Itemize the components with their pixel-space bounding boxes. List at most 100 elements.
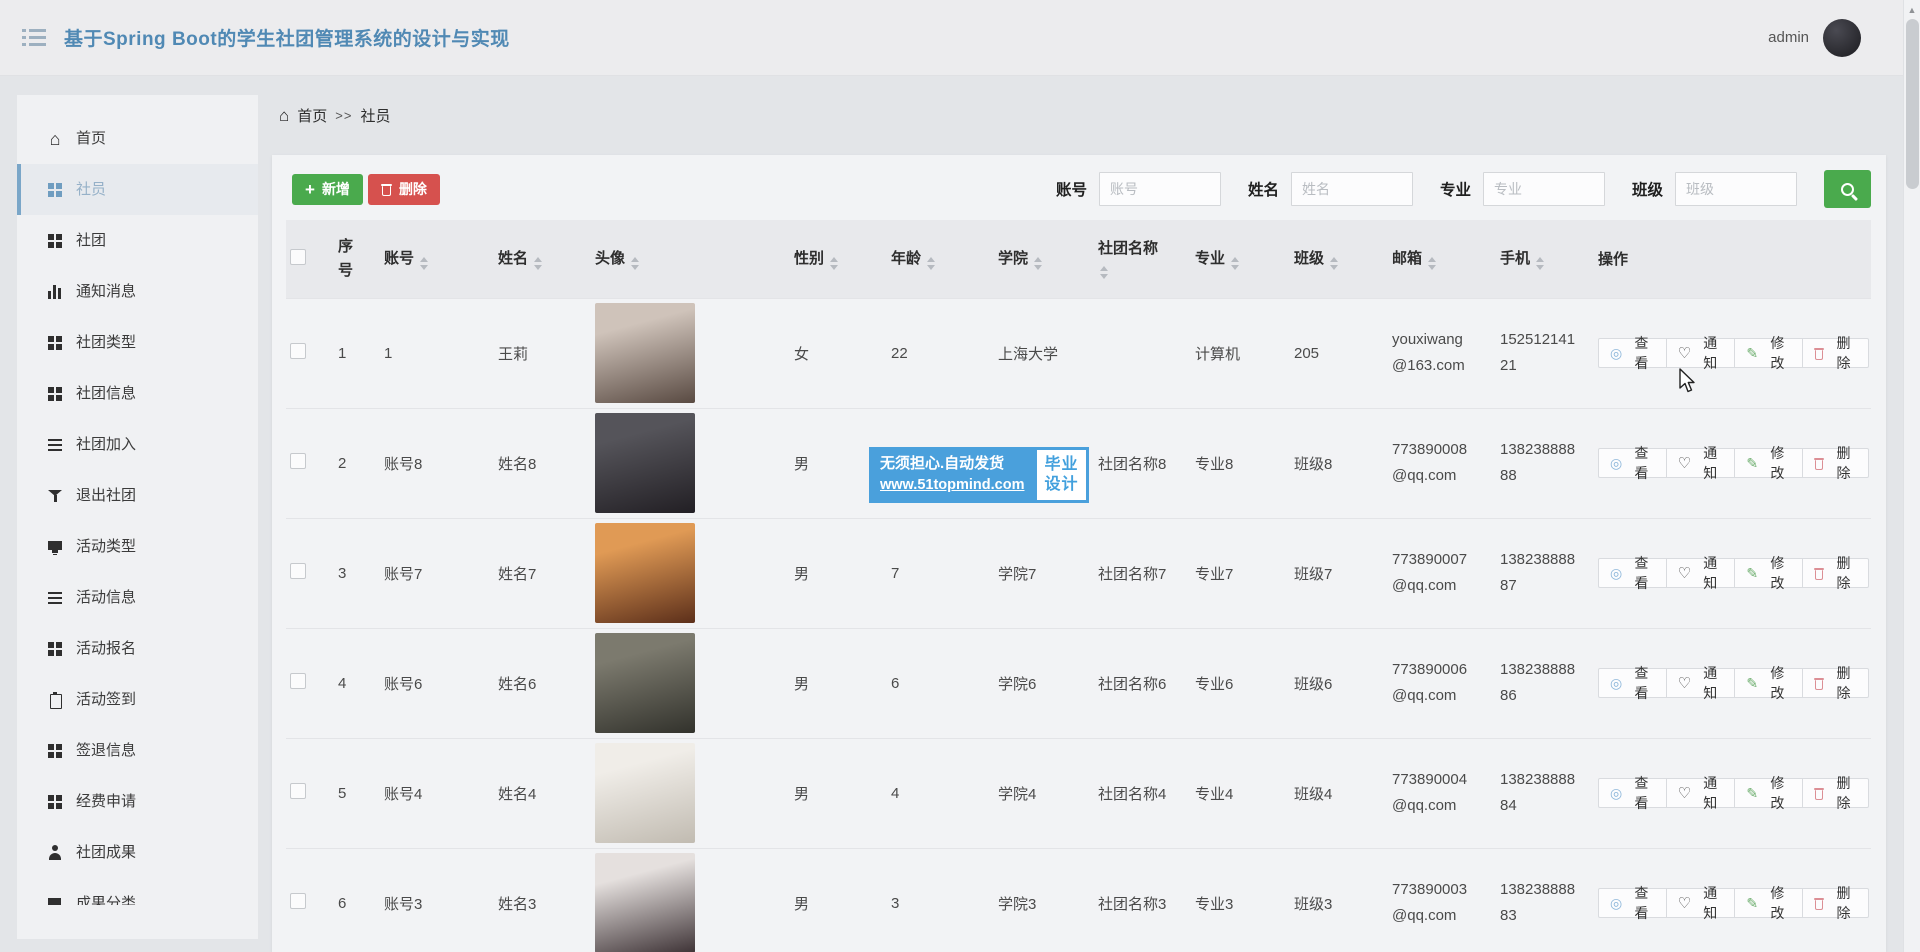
sidebar-item-club-join[interactable]: 社团加入 (17, 419, 258, 470)
edit-button[interactable]: ✎修改 (1734, 448, 1802, 478)
sidebar-item-label: 通知消息 (76, 284, 136, 299)
heart-button[interactable]: ♡通知 (1666, 448, 1736, 478)
sidebar-item-members[interactable]: 社员 (17, 164, 258, 215)
view-button[interactable]: ◎查看 (1598, 338, 1667, 368)
edit-button[interactable]: ✎修改 (1734, 778, 1802, 808)
search-input-name[interactable] (1291, 172, 1413, 206)
heart-button[interactable]: ♡通知 (1666, 338, 1736, 368)
sidebar-item-club-info[interactable]: 社团信息 (17, 368, 258, 419)
sidebar-item-notices[interactable]: 通知消息 (17, 266, 258, 317)
cell-phone: 13823888887 (1498, 518, 1596, 628)
action-label: 删除 (1830, 553, 1857, 593)
sort-icon[interactable] (1536, 257, 1544, 270)
search-button[interactable] (1824, 170, 1871, 208)
add-button-label: 新增 (322, 179, 350, 199)
column-label: 姓名 (498, 250, 528, 267)
edit-button[interactable]: ✎修改 (1734, 558, 1802, 588)
action-label: 删除 (1830, 663, 1857, 703)
sort-icon[interactable] (1330, 257, 1338, 270)
action-label: 查看 (1628, 663, 1654, 703)
search-input-major[interactable] (1483, 172, 1605, 206)
watermark-url: www.51topmind.com (880, 475, 1024, 496)
trash-button[interactable]: 删除 (1802, 338, 1869, 368)
watermark-badge: 毕业 设计 (1037, 450, 1085, 500)
column-label: 手机 (1500, 250, 1530, 267)
cell-class: 班级3 (1292, 848, 1390, 952)
search-label-major: 专业 (1440, 178, 1471, 200)
column-header-age: 年龄 (889, 220, 996, 298)
trash-button[interactable]: 删除 (1802, 558, 1869, 588)
trash-button[interactable]: 删除 (1802, 888, 1869, 918)
table-body: 11王莉女22上海大学计算机205youxiwang@163.com152512… (286, 298, 1871, 952)
cell-major: 专业8 (1193, 408, 1292, 518)
search-label-account: 账号 (1056, 178, 1087, 200)
cell-account: 账号7 (382, 518, 496, 628)
sidebar-item-home[interactable]: 首页 (17, 113, 258, 164)
user-avatar[interactable] (1823, 19, 1861, 57)
scrollbar-thumb[interactable] (1906, 19, 1919, 189)
view-button[interactable]: ◎查看 (1598, 888, 1667, 918)
row-checkbox[interactable] (290, 343, 306, 359)
sidebar-item-club-quit[interactable]: 退出社团 (17, 470, 258, 521)
heart-button[interactable]: ♡通知 (1666, 558, 1736, 588)
heart-button[interactable]: ♡通知 (1666, 668, 1736, 698)
search-bar: 账号姓名专业班级 (1056, 170, 1871, 208)
add-button[interactable]: + 新增 (292, 174, 363, 205)
sort-icon[interactable] (1034, 257, 1042, 270)
sort-icon[interactable] (420, 257, 428, 270)
sort-icon[interactable] (631, 257, 639, 270)
search-input-class[interactable] (1675, 172, 1797, 206)
grid-icon (47, 794, 63, 810)
sort-icon[interactable] (927, 257, 935, 270)
row-checkbox[interactable] (290, 783, 306, 799)
view-button[interactable]: ◎查看 (1598, 668, 1667, 698)
view-button[interactable]: ◎查看 (1598, 778, 1667, 808)
trash-button[interactable]: 删除 (1802, 668, 1869, 698)
sidebar-item-label: 社团 (76, 233, 106, 248)
sidebar-item-club-types[interactable]: 社团类型 (17, 317, 258, 368)
row-checkbox[interactable] (290, 453, 306, 469)
edit-button[interactable]: ✎修改 (1734, 338, 1802, 368)
row-checkbox[interactable] (290, 893, 306, 909)
sidebar-item-act-types[interactable]: 活动类型 (17, 521, 258, 572)
sidebar-item-clubs[interactable]: 社团 (17, 215, 258, 266)
delete-button[interactable]: 删除 (368, 174, 440, 205)
edit-icon: ✎ (1746, 566, 1758, 580)
scrollbar[interactable]: ▲ (1903, 0, 1920, 952)
row-checkbox[interactable] (290, 673, 306, 689)
edit-button[interactable]: ✎修改 (1734, 668, 1802, 698)
sort-icon[interactable] (1231, 257, 1239, 270)
scroll-up-icon[interactable]: ▲ (1904, 5, 1920, 15)
sort-icon[interactable] (1100, 266, 1108, 279)
sidebar-item-funding[interactable]: 经费申请 (17, 776, 258, 827)
sort-icon[interactable] (830, 257, 838, 270)
view-button[interactable]: ◎查看 (1598, 558, 1667, 588)
sort-icon[interactable] (1428, 257, 1436, 270)
breadcrumb-current[interactable]: 社员 (360, 105, 390, 126)
menu-toggle-icon[interactable] (22, 29, 46, 46)
row-checkbox[interactable] (290, 563, 306, 579)
sidebar-item-act-info[interactable]: 活动信息 (17, 572, 258, 623)
column-header-club: 社团名称 (1096, 220, 1193, 298)
trash-icon (1814, 567, 1825, 580)
sidebar-item-achv-types[interactable]: 成果分类 (17, 878, 258, 905)
view-button[interactable]: ◎查看 (1598, 448, 1667, 478)
breadcrumb-home[interactable]: 首页 (297, 105, 327, 126)
heart-button[interactable]: ♡通知 (1666, 888, 1736, 918)
sidebar-item-act-checkin[interactable]: 活动签到 (17, 674, 258, 725)
sidebar-item-achievements[interactable]: 社团成果 (17, 827, 258, 878)
heart-button[interactable]: ♡通知 (1666, 778, 1736, 808)
edit-button[interactable]: ✎修改 (1734, 888, 1802, 918)
sort-icon[interactable] (534, 257, 542, 270)
search-input-account[interactable] (1099, 172, 1221, 206)
cell-account: 1 (382, 298, 496, 408)
sidebar-item-act-signup[interactable]: 活动报名 (17, 623, 258, 674)
select-all-checkbox[interactable] (290, 249, 306, 265)
view-icon: ◎ (1610, 346, 1622, 360)
trash-button[interactable]: 删除 (1802, 778, 1869, 808)
cell-index: 2 (336, 408, 382, 518)
cell-gender: 男 (792, 518, 889, 628)
cell-club: 社团名称7 (1096, 518, 1193, 628)
sidebar-item-checkout[interactable]: 签退信息 (17, 725, 258, 776)
trash-button[interactable]: 删除 (1802, 448, 1869, 478)
